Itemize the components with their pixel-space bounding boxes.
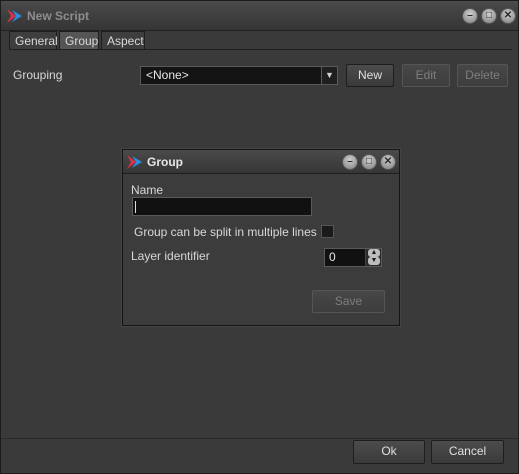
close-icon[interactable]: ✕ xyxy=(380,154,396,170)
name-label: Name xyxy=(131,183,164,197)
tab-general[interactable]: General xyxy=(9,31,58,50)
grouping-label: Grouping xyxy=(13,68,63,82)
delete-button[interactable]: Delete xyxy=(457,64,508,87)
minimize-icon[interactable]: – xyxy=(462,8,478,24)
layer-identifier-stepper[interactable]: 0 ▲ ▼ xyxy=(324,248,382,267)
tab-divider xyxy=(9,49,512,50)
cancel-button[interactable]: Cancel xyxy=(431,440,504,464)
footer-divider xyxy=(1,438,518,439)
grouping-select[interactable]: <None> ▼ xyxy=(140,66,338,85)
split-lines-checkbox[interactable] xyxy=(321,225,334,238)
grouping-select-value: <None> xyxy=(146,68,189,82)
layer-identifier-label: Layer identifier xyxy=(131,249,210,263)
edit-button[interactable]: Edit xyxy=(402,64,450,87)
close-icon[interactable]: ✕ xyxy=(500,8,516,24)
maximize-icon[interactable]: □ xyxy=(481,8,497,24)
layer-identifier-value: 0 xyxy=(329,250,336,264)
group-dialog: Group – □ ✕ Name Group can be split in m… xyxy=(122,149,400,326)
ok-button[interactable]: Ok xyxy=(353,440,425,464)
dialog-title: Group xyxy=(147,155,183,169)
window-titlebar[interactable]: New Script – □ ✕ xyxy=(1,1,518,31)
maximize-icon[interactable]: □ xyxy=(361,154,377,170)
tab-aspect[interactable]: Aspect xyxy=(101,31,145,50)
split-lines-label: Group can be split in multiple lines xyxy=(134,225,317,239)
new-button[interactable]: New xyxy=(346,64,394,87)
stepper-buttons: ▲ ▼ xyxy=(365,249,381,266)
app-logo-icon xyxy=(7,9,22,23)
window-title: New Script xyxy=(27,9,90,23)
app-logo-icon xyxy=(127,155,142,169)
chevron-up-icon[interactable]: ▲ xyxy=(368,249,380,257)
chevron-down-icon[interactable]: ▼ xyxy=(321,67,337,84)
new-script-window: New Script – □ ✕ General Group Aspect Gr… xyxy=(0,0,519,474)
minimize-icon[interactable]: – xyxy=(342,154,358,170)
group-dialog-titlebar[interactable]: Group – □ ✕ xyxy=(123,150,399,174)
chevron-down-icon[interactable]: ▼ xyxy=(368,257,380,265)
save-button[interactable]: Save xyxy=(312,290,385,313)
tab-group[interactable]: Group xyxy=(59,31,99,50)
text-caret xyxy=(135,201,136,213)
name-input[interactable] xyxy=(132,197,312,216)
